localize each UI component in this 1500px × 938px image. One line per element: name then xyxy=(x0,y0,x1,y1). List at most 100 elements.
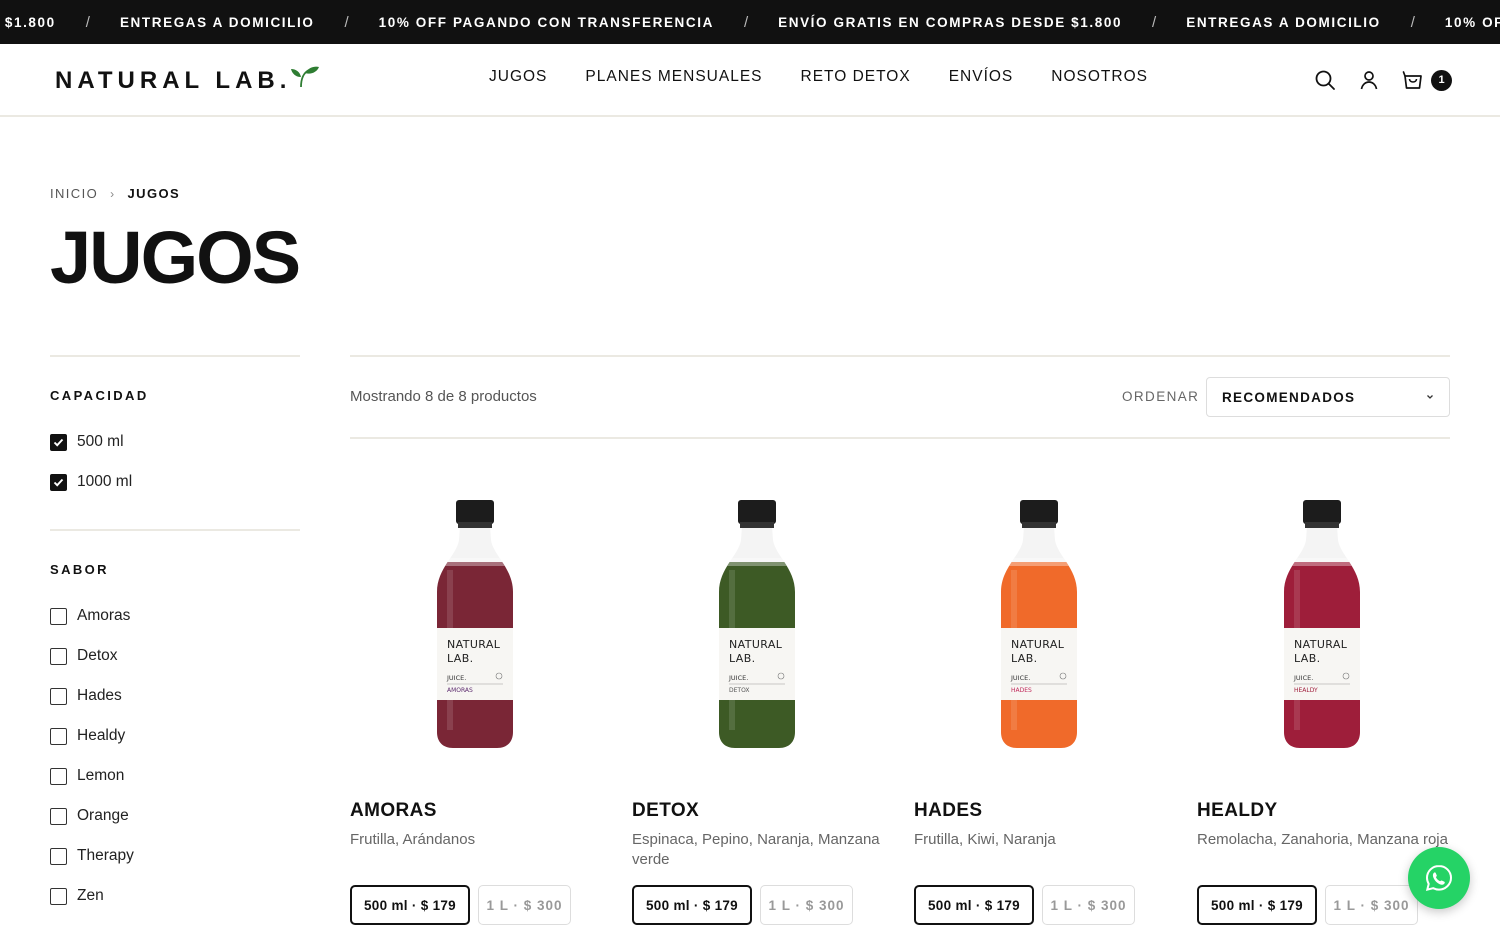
variant-button[interactable]: 1 L · $ 300 xyxy=(760,885,853,925)
filter-option-zen[interactable]: Zen xyxy=(50,876,300,916)
nav-planes-mensuales[interactable]: PLANES MENSUALES xyxy=(585,68,762,86)
filter-option-500ml[interactable]: 500 ml xyxy=(50,422,300,462)
cart-button[interactable]: 1 xyxy=(1402,69,1452,91)
breadcrumb: INICIO › JUGOS xyxy=(50,186,180,201)
nav-reto-detox[interactable]: RETO DETOX xyxy=(801,68,911,86)
checkbox[interactable] xyxy=(50,727,67,745)
label-line: JUICE. xyxy=(728,674,748,682)
nav-nosotros[interactable]: NOSOTROS xyxy=(1051,68,1148,86)
checkbox[interactable] xyxy=(50,687,67,705)
label-brand: LAB. xyxy=(1294,652,1321,665)
breadcrumb-current: JUGOS xyxy=(127,186,181,201)
juice-foam xyxy=(437,558,513,566)
label-brand: NATURAL xyxy=(1294,638,1348,651)
product-image[interactable]: NATURALLAB. JUICE. HEALDY xyxy=(1282,500,1362,750)
product-description: Remolacha, Zanahoria, Manzana roja xyxy=(1197,831,1448,848)
label-flavor: AMORAS xyxy=(447,687,473,694)
variant-button[interactable]: 1 L · $ 300 xyxy=(1325,885,1418,925)
checkbox[interactable] xyxy=(50,767,67,785)
bottle-cap-ring xyxy=(1305,522,1339,528)
product-name[interactable]: HEALDY xyxy=(1197,800,1278,822)
page-title: JUGOS xyxy=(50,216,301,299)
label-line: JUICE. xyxy=(1293,674,1313,682)
check-icon xyxy=(53,438,64,447)
divider xyxy=(50,355,300,357)
check-icon xyxy=(53,478,64,487)
filter-option-1000ml[interactable]: 1000 ml xyxy=(50,462,300,502)
whatsapp-icon xyxy=(1425,864,1453,891)
checkbox[interactable] xyxy=(50,807,67,825)
juice-foam xyxy=(1284,558,1360,566)
filter-option-label: 500 ml xyxy=(77,433,124,450)
variant-button[interactable]: 1 L · $ 300 xyxy=(478,885,571,925)
filter-option-label: Hades xyxy=(77,687,122,704)
filter-option-label: Orange xyxy=(77,807,129,824)
variant-button-selected[interactable]: 500 ml · $ 179 xyxy=(632,885,752,925)
checkbox[interactable] xyxy=(50,647,67,665)
label-flavor: DETOX xyxy=(729,687,750,694)
announcement-item: DESDE $1.800 xyxy=(0,14,56,30)
label-line: JUICE. xyxy=(1010,674,1030,682)
checkbox[interactable] xyxy=(50,607,67,625)
checkbox[interactable] xyxy=(50,887,67,905)
announcement-separator: / xyxy=(85,13,90,31)
variant-button-selected[interactable]: 500 ml · $ 179 xyxy=(914,885,1034,925)
breadcrumb-home[interactable]: INICIO xyxy=(50,186,98,201)
filter-option-therapy[interactable]: Therapy xyxy=(50,836,300,876)
logo[interactable]: NATURAL LAB. xyxy=(55,64,321,98)
product-name[interactable]: DETOX xyxy=(632,800,699,822)
filter-option-orange[interactable]: Orange xyxy=(50,796,300,836)
label-brand: NATURAL xyxy=(447,638,501,651)
filter-option-healdy[interactable]: Healdy xyxy=(50,716,300,756)
divider xyxy=(50,529,300,531)
variant-button[interactable]: 1 L · $ 300 xyxy=(1042,885,1135,925)
label-brand: NATURAL xyxy=(729,638,783,651)
product-image[interactable]: NATURALLAB. JUICE. HADES xyxy=(999,500,1079,750)
announcement-separator: / xyxy=(1152,13,1157,31)
announcement-item: 10% OFF PAGANDO CON TRANSFERENCIA xyxy=(1444,14,1500,30)
filter-title-sabor: SABOR xyxy=(50,562,109,577)
nav-envios[interactable]: ENVÍOS xyxy=(949,68,1014,86)
leaf-icon xyxy=(291,66,320,88)
product-name[interactable]: AMORAS xyxy=(350,800,437,822)
bottle-cap xyxy=(1303,500,1341,524)
announcement-item: ENTREGAS A DOMICILIO xyxy=(1186,14,1381,30)
cart-icon[interactable] xyxy=(1402,69,1424,91)
logo-text: NATURAL LAB. xyxy=(55,67,292,94)
announcement-item: ENTREGAS A DOMICILIO xyxy=(119,14,315,30)
product-image[interactable]: NATURALLAB. JUICE. DETOX xyxy=(717,500,797,750)
product-count: Mostrando 8 de 8 productos xyxy=(350,388,537,405)
juice-foam xyxy=(719,558,795,566)
product-image[interactable]: NATURALLAB. JUICE. AMORAS xyxy=(435,500,515,750)
announcement-separator: / xyxy=(743,13,749,31)
bottle-cap-ring xyxy=(458,522,492,528)
announcement-item: ENVÍO GRATIS EN COMPRAS DESDE $1.800 xyxy=(778,14,1123,30)
whatsapp-button[interactable] xyxy=(1408,847,1470,909)
variant-button-selected[interactable]: 500 ml · $ 179 xyxy=(1197,885,1317,925)
filter-option-label: 1000 ml xyxy=(77,473,133,490)
variant-button-selected[interactable]: 500 ml · $ 179 xyxy=(350,885,470,925)
filter-option-lemon[interactable]: Lemon xyxy=(50,756,300,796)
sort-label: ORDENAR xyxy=(1122,389,1200,404)
filter-option-detox[interactable]: Detox xyxy=(50,636,300,676)
search-icon[interactable] xyxy=(1314,69,1336,91)
filter-option-label: Detox xyxy=(77,647,118,664)
checkbox[interactable] xyxy=(50,433,67,451)
filter-option-label: Zen xyxy=(77,887,104,904)
product-description: Frutilla, Kiwi, Naranja xyxy=(914,831,1056,848)
label-brand: LAB. xyxy=(1011,652,1038,665)
checkbox[interactable] xyxy=(50,473,67,491)
site-header: NATURAL LAB. JUGOS PLANES MENSUALES RETO… xyxy=(0,44,1500,117)
filter-option-amoras[interactable]: Amoras xyxy=(50,596,300,636)
filter-option-hades[interactable]: Hades xyxy=(50,676,300,716)
product-name[interactable]: HADES xyxy=(914,800,983,822)
filter-option-label: Therapy xyxy=(77,847,134,864)
label-brand: LAB. xyxy=(729,652,756,665)
announcement-separator: / xyxy=(344,13,349,31)
checkbox[interactable] xyxy=(50,847,67,865)
nav-jugos[interactable]: JUGOS xyxy=(489,68,547,86)
filter-option-label: Amoras xyxy=(77,607,131,624)
announcement-separator: / xyxy=(1410,13,1415,31)
sort-select[interactable]: RECOMENDADOS xyxy=(1206,377,1450,417)
account-icon[interactable] xyxy=(1358,69,1380,91)
